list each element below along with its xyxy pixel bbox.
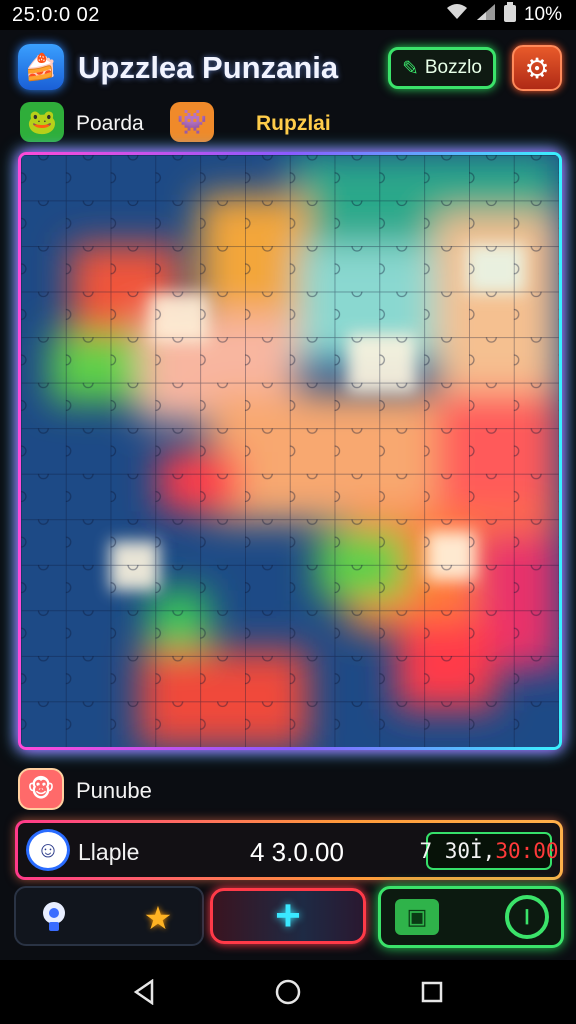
status-time: 25:0:0 02	[12, 3, 100, 26]
home-icon[interactable]	[274, 978, 302, 1006]
app-logo-icon: 🍰	[18, 44, 64, 90]
bozzlo-button-label: Bozzlo	[424, 57, 482, 78]
status-bar: 25:0:0 02 10%	[0, 0, 576, 30]
app-header: 🍰 Upzzlea Punzania ✎ Bozzlo ⚙	[0, 38, 576, 98]
app-title: Upzzlea Punzania	[78, 50, 339, 85]
battery-percent: 10%	[523, 4, 562, 25]
add-button[interactable]: +	[210, 888, 366, 944]
power-icon[interactable]: ⏽	[505, 895, 549, 939]
monster-avatar[interactable]: 👾	[170, 102, 214, 142]
puzzle-board-canvas	[21, 155, 559, 747]
toolbar-right-group: ▣ ⏽	[378, 886, 564, 948]
puzzle-piece-icon: ✎	[402, 57, 419, 80]
bottom-toolbar: ★ + ▣ ⏽	[14, 886, 564, 950]
toolbar-left-group: ★	[14, 886, 204, 946]
puzzle-board[interactable]	[18, 152, 562, 750]
gear-icon: ⚙	[524, 52, 550, 84]
players-row: 🐸 Poarda 👾 Rupzlai	[0, 100, 576, 144]
recents-icon[interactable]	[418, 978, 446, 1006]
back-icon[interactable]	[130, 978, 158, 1006]
puzzle-pieces	[21, 155, 559, 747]
monkey-avatar[interactable]: 🐵	[18, 768, 64, 810]
sub-player-name: Punube	[76, 778, 152, 803]
bozzlo-button[interactable]: ✎ Bozzlo	[388, 47, 496, 89]
player-avatar-icon[interactable]: ☺	[26, 829, 70, 871]
battery-icon	[503, 2, 516, 28]
star-icon[interactable]: ★	[134, 894, 182, 942]
signal-icon	[476, 3, 496, 27]
chat-icon[interactable]: ▣	[395, 899, 439, 935]
navigation-bar	[0, 960, 576, 1024]
status-icons: 10%	[446, 2, 562, 28]
timer-part-a: 7 30İ,	[419, 839, 496, 863]
bulb-icon[interactable]	[30, 894, 78, 942]
score-value: 4 3.0.00	[250, 837, 344, 867]
settings-button[interactable]: ⚙	[512, 45, 562, 91]
wifi-icon	[446, 3, 468, 27]
timer-display: 7 30İ, 30:00	[419, 832, 559, 870]
player-name: Poarda	[76, 112, 144, 135]
add-icon: +	[275, 891, 301, 940]
timer-part-b: 30:00	[495, 839, 559, 863]
score-bar: ☺ Llaple 4 3.0.00 7 30İ, 30:00	[15, 820, 563, 880]
frog-avatar[interactable]: 🐸	[20, 102, 64, 142]
sub-player-row: 🐵 Punube	[0, 766, 576, 812]
score-player-name: Llaple	[78, 839, 140, 865]
player-name: Rupzlai	[256, 112, 331, 135]
